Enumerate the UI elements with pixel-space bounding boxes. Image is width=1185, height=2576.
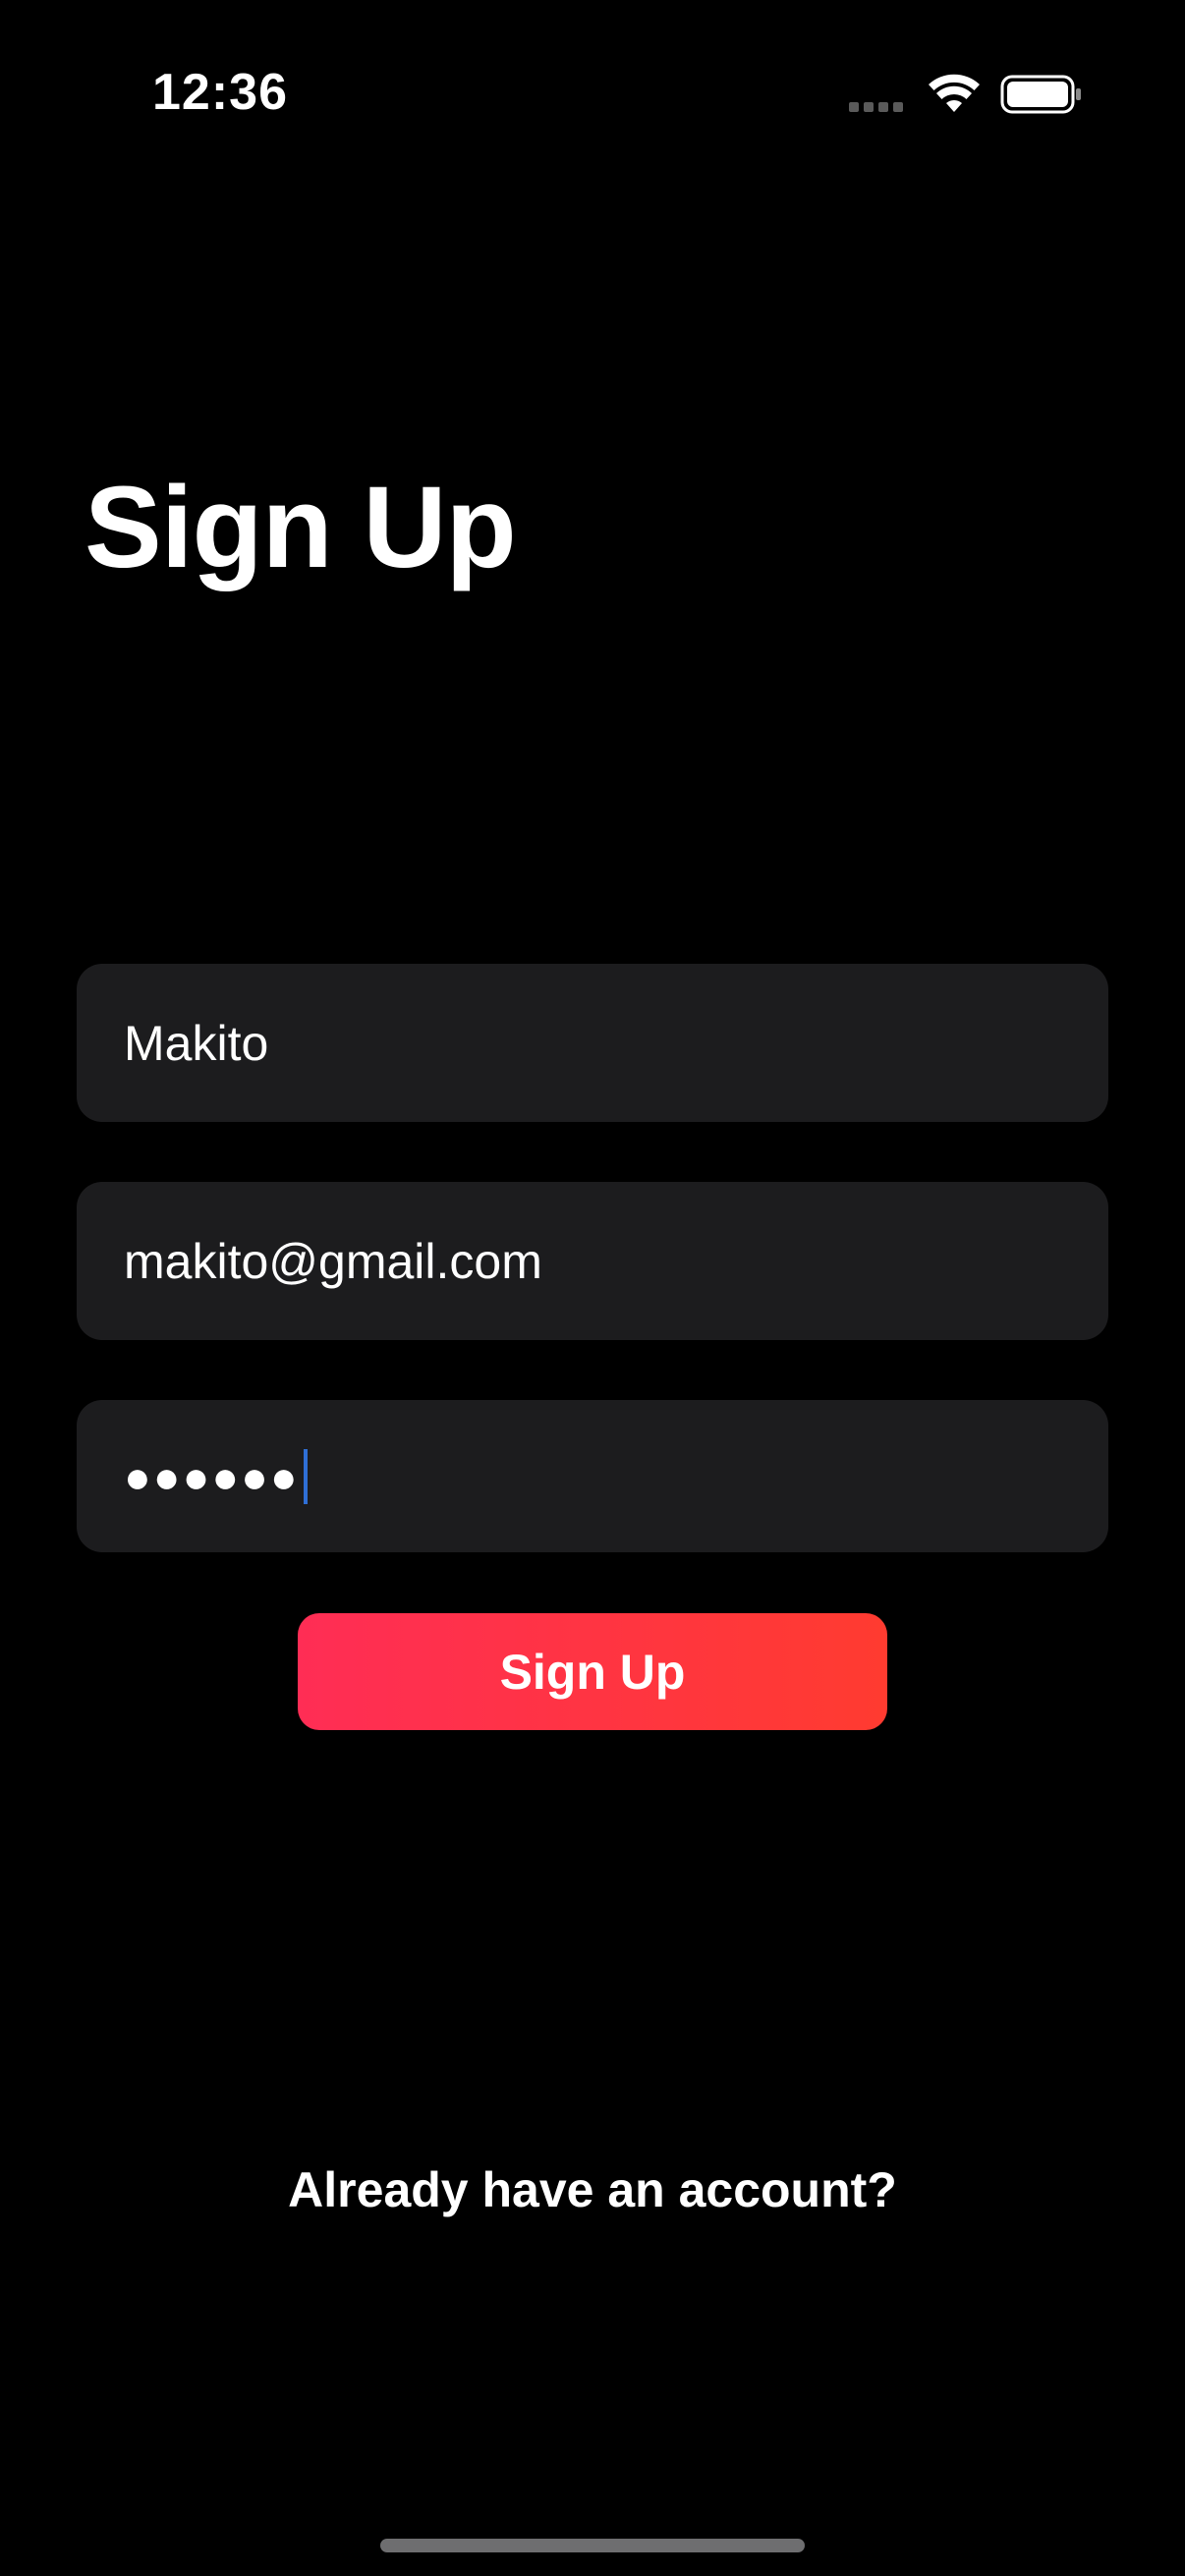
wifi-icon — [929, 74, 980, 112]
name-input-value: Makito — [124, 1015, 269, 1071]
cellular-dots-icon — [849, 102, 903, 112]
text-caret — [303, 1448, 308, 1504]
sign-up-button-label: Sign Up — [499, 1644, 686, 1700]
home-indicator[interactable] — [380, 2539, 805, 2552]
password-input[interactable]: ●●●●●● — [77, 1400, 1108, 1552]
email-input-value: makito@gmail.com — [124, 1233, 542, 1289]
email-input[interactable]: makito@gmail.com — [77, 1182, 1108, 1340]
battery-icon — [1000, 75, 1081, 114]
name-input[interactable]: Makito — [77, 964, 1108, 1122]
password-masked-value: ●●●●●● — [124, 1450, 300, 1502]
status-time: 12:36 — [152, 64, 288, 121]
page-title: Sign Up — [85, 463, 517, 592]
already-have-account-link[interactable]: Already have an account? — [0, 2161, 1185, 2218]
sign-up-button[interactable]: Sign Up — [298, 1613, 887, 1730]
status-bar: 12:36 — [0, 0, 1185, 138]
